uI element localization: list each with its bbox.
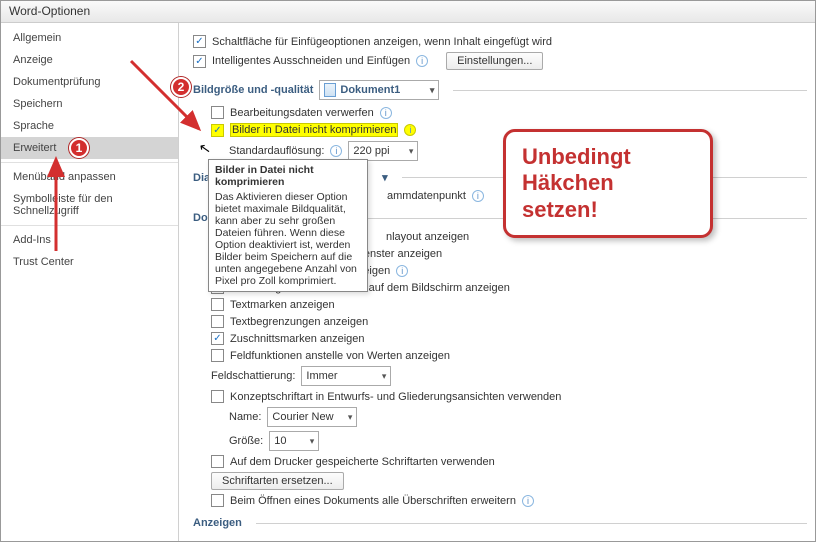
checkbox-doc-7[interactable] <box>211 349 224 362</box>
combo-document-scope-image[interactable]: Dokument1 ▾ <box>319 80 439 100</box>
checkbox-paste-options[interactable] <box>193 35 206 48</box>
settings-button[interactable]: Einstellungen... <box>446 52 543 70</box>
info-icon[interactable] <box>522 495 534 507</box>
label-paste-options: Schaltfläche für Einfügeoptionen anzeige… <box>212 36 552 48</box>
chevron-down-icon: ▾ <box>342 412 353 423</box>
category-sidebar: Allgemein Anzeige Dokumentprüfung Speich… <box>1 23 179 541</box>
combo-field-shading[interactable]: Immer ▾ <box>301 366 391 386</box>
section-display: Anzeigen <box>193 517 807 529</box>
checkbox-doc-4[interactable] <box>211 298 224 311</box>
label-field-shading: Feldschattierung: <box>211 370 295 382</box>
info-icon[interactable] <box>330 145 342 157</box>
checkbox-doc-6[interactable] <box>211 332 224 345</box>
sidebar-item-general[interactable]: Allgemein <box>1 27 178 49</box>
label-default-resolution: Standardauflösung: <box>229 145 324 157</box>
annotation-badge-1: 1 <box>69 138 89 158</box>
sidebar-item-proofing[interactable]: Dokumentprüfung <box>1 71 178 93</box>
info-icon[interactable] <box>380 107 392 119</box>
label-font-size: Größe: <box>229 435 263 447</box>
label-font-name: Name: <box>229 411 261 423</box>
annotation-badge-2: 2 <box>171 77 191 97</box>
chevron-down-icon: ▾ <box>382 171 388 184</box>
info-icon[interactable] <box>404 124 416 136</box>
label-no-compress-images: Bilder in Datei nicht komprimieren <box>230 123 398 137</box>
combo-font-name[interactable]: Courier New ▾ <box>267 407 357 427</box>
checkbox-printer-fonts[interactable] <box>211 455 224 468</box>
document-icon <box>324 83 336 97</box>
sidebar-item-advanced[interactable]: Erweitert <box>1 137 178 159</box>
checkbox-doc-5[interactable] <box>211 315 224 328</box>
window-title: Word-Optionen <box>9 4 90 18</box>
chevron-down-icon: ▾ <box>304 436 315 447</box>
annotation-callout: Unbedingt Häkchen setzen! <box>503 129 713 238</box>
sidebar-item-display[interactable]: Anzeige <box>1 49 178 71</box>
info-icon[interactable] <box>472 190 484 202</box>
replace-fonts-button[interactable]: Schriftarten ersetzen... <box>211 472 344 490</box>
checkbox-smart-cut-paste[interactable] <box>193 55 206 68</box>
sidebar-item-language[interactable]: Sprache <box>1 115 178 137</box>
sidebar-item-save[interactable]: Speichern <box>1 93 178 115</box>
checkbox-concept-font[interactable] <box>211 390 224 403</box>
chevron-down-icon: ▾ <box>403 146 414 157</box>
chevron-down-icon: ▾ <box>376 371 387 382</box>
options-dialog: Word-Optionen Allgemein Anzeige Dokument… <box>0 0 816 542</box>
tooltip-no-compress: Bilder in Datei nicht komprimieren Das A… <box>208 159 368 292</box>
checkbox-no-compress-images[interactable] <box>211 124 224 137</box>
checkbox-discard-edit-data[interactable] <box>211 106 224 119</box>
checkbox-expand-headings[interactable] <box>211 494 224 507</box>
sidebar-item-addins[interactable]: Add-Ins <box>1 229 178 251</box>
label-smart-cut-paste: Intelligentes Ausschneiden und Einfügen <box>212 55 410 67</box>
sidebar-item-trust-center[interactable]: Trust Center <box>1 251 178 273</box>
titlebar: Word-Optionen <box>1 1 815 23</box>
info-icon[interactable] <box>396 265 408 277</box>
label-discard-edit-data: Bearbeitungsdaten verwerfen <box>230 107 374 119</box>
sidebar-item-quick-access[interactable]: Symbolleiste für den Schnellzugriff <box>1 188 178 222</box>
chevron-down-icon: ▾ <box>424 85 435 96</box>
section-image-size: Bildgröße und -qualität Dokument1 ▾ <box>193 80 807 100</box>
sidebar-item-customize-ribbon[interactable]: Menüband anpassen <box>1 166 178 188</box>
combo-font-size[interactable]: 10 ▾ <box>269 431 319 451</box>
combo-default-resolution[interactable]: 220 ppi ▾ <box>348 141 418 161</box>
info-icon[interactable] <box>416 55 428 67</box>
